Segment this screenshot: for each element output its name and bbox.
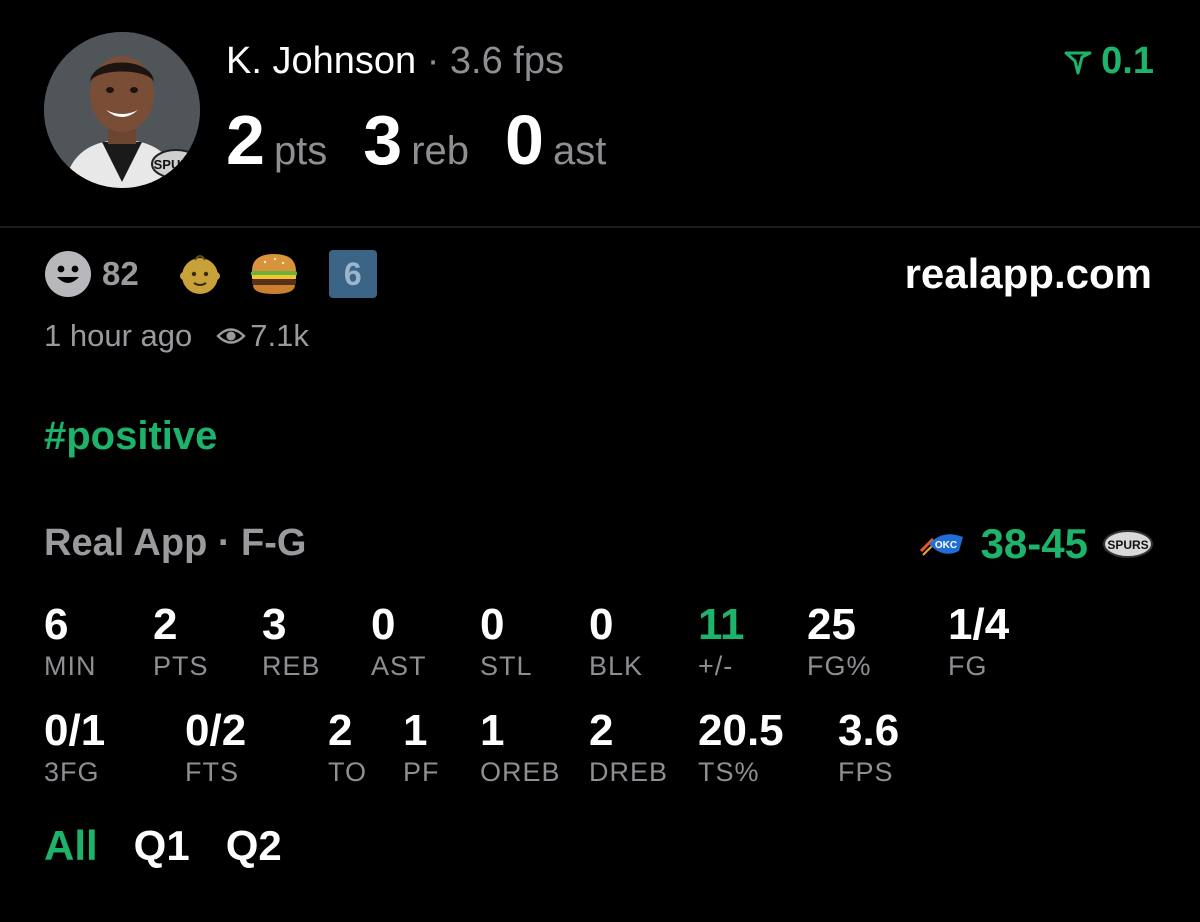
stat-value: 6	[44, 600, 69, 649]
vote-button[interactable]: 0.1	[1063, 40, 1154, 83]
stat-label: FTS	[185, 757, 239, 787]
stat-pts: 2 PTS	[153, 600, 209, 682]
stat-value: 3	[262, 600, 287, 649]
reb-unit: reb	[411, 129, 470, 173]
stat-reb: 3 REB	[262, 600, 321, 682]
stat-label: TS%	[698, 757, 760, 787]
stat-value: 25	[807, 600, 856, 649]
pts-value: 2	[226, 101, 265, 179]
headline-statline: 2 pts 3 reb 0 ast	[226, 100, 642, 180]
post-time: 1 hour ago	[44, 318, 193, 353]
stat-value: 0/2	[185, 706, 247, 755]
stat-to: 2 TO	[328, 706, 367, 788]
tab-q2[interactable]: Q2	[226, 822, 282, 870]
pts-unit: pts	[273, 129, 328, 173]
stat-label: PTS	[153, 651, 209, 681]
tab-q1[interactable]: Q1	[134, 822, 190, 870]
stat-stl: 0 STL	[480, 600, 533, 682]
svg-text:SPURS: SPURS	[1107, 538, 1148, 552]
header-divider	[0, 226, 1200, 228]
stat-label: AST	[371, 651, 427, 681]
player-name-line: K. Johnson · 3.6 fps	[226, 40, 564, 83]
stat-value: 11	[698, 600, 745, 649]
stat-oreb: 1 OREB	[480, 706, 561, 788]
count-badge-value: 6	[343, 255, 362, 292]
stat-label: OREB	[480, 757, 561, 787]
stat-label: 3FG	[44, 757, 100, 787]
stat-value: 2	[589, 706, 614, 755]
score-value: 38-45	[980, 520, 1088, 567]
stat-fg-pct: 25 FG%	[807, 600, 872, 682]
smile-reaction[interactable]: 82	[44, 250, 139, 298]
ast-unit: ast	[552, 129, 607, 173]
burger-icon	[250, 254, 297, 294]
source-link[interactable]: realapp.com	[905, 250, 1152, 298]
stat-label: FG	[948, 651, 988, 681]
baby-reaction[interactable]	[179, 252, 221, 296]
stat-plus-minus: 11 +/-	[698, 600, 745, 682]
stat-label: REB	[262, 651, 321, 681]
reactions-bar: 82 6	[44, 250, 377, 298]
game-title: Real App · F-G	[44, 522, 307, 564]
stat-fps: 3.6 FPS	[838, 706, 899, 788]
player-avatar[interactable]: SPURS	[44, 32, 200, 188]
burger-reaction[interactable]	[249, 251, 299, 297]
eye-icon	[216, 328, 246, 344]
smile-icon	[45, 251, 91, 297]
post-meta: 1 hour ago 7.1k	[44, 318, 309, 354]
player-name[interactable]: K. Johnson	[226, 40, 416, 82]
stat-value: 0	[480, 600, 505, 649]
svg-text:OKC: OKC	[934, 540, 956, 551]
smile-count: 82	[102, 255, 139, 292]
stat-label: STL	[480, 651, 533, 681]
stat-label: BLK	[589, 651, 644, 681]
okc-logo-icon: OKC	[919, 534, 963, 556]
spurs-jersey-logo: SPURS	[151, 149, 200, 179]
spurs-logo-icon: SPURS	[1103, 530, 1153, 558]
stat-value: 20.5	[698, 706, 784, 755]
stat-label: FPS	[838, 757, 894, 787]
ast-value: 0	[505, 101, 544, 179]
tab-all[interactable]: All	[44, 822, 98, 870]
stat-ast: 0 AST	[371, 600, 427, 682]
stat-value: 1	[403, 706, 428, 755]
stat-value: 0	[589, 600, 614, 649]
views: 7.1k	[216, 318, 309, 354]
stat-min: 6 MIN	[44, 600, 97, 682]
stat-value: 2	[153, 600, 178, 649]
upvote-arrow-icon	[1064, 51, 1092, 74]
hashtag-link[interactable]: #positive	[44, 414, 217, 459]
stat-label: DREB	[589, 757, 669, 787]
game-score[interactable]: OKC 38-45 SPURS	[919, 520, 1154, 568]
stat-blk: 0 BLK	[589, 600, 643, 682]
stat-label: FG%	[807, 651, 872, 681]
stat-fg: 1/4 FG	[948, 600, 1009, 682]
stat-value: 0/1	[44, 706, 106, 755]
stat-ts-pct: 20.5 TS%	[698, 706, 784, 788]
stat-label: +/-	[698, 651, 734, 681]
stat-3fg: 0/1 3FG	[44, 706, 105, 788]
vote-value: 0.1	[1101, 40, 1154, 82]
svg-text:SPURS: SPURS	[154, 157, 199, 172]
stat-value: 3.6	[838, 706, 900, 755]
views-count: 7.1k	[250, 318, 309, 353]
stat-label: PF	[403, 757, 440, 787]
player-photo: SPURS	[44, 32, 200, 188]
reb-value: 3	[363, 101, 402, 179]
stat-value: 2	[328, 706, 353, 755]
stat-value: 0	[371, 600, 396, 649]
stat-value: 1/4	[948, 600, 1010, 649]
count-badge[interactable]: 6	[328, 250, 377, 298]
period-tabs: All Q1 Q2	[44, 822, 282, 870]
stat-fts: 0/2 FTS	[185, 706, 246, 788]
stat-value: 1	[480, 706, 505, 755]
player-fps: · 3.6 fps	[416, 40, 564, 82]
stat-label: MIN	[44, 651, 97, 681]
stat-dreb: 2 DREB	[589, 706, 668, 788]
stat-label: TO	[328, 757, 368, 787]
baby-face-icon	[179, 255, 220, 294]
stat-pf: 1 PF	[403, 706, 440, 788]
